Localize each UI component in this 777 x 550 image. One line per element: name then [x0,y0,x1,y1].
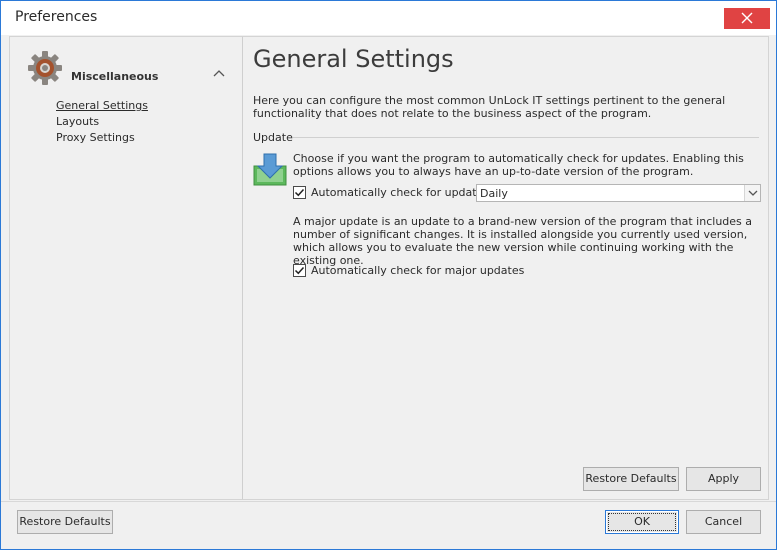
sidebar-item-general-settings[interactable]: General Settings [56,99,148,112]
preferences-window: Preferences Miscellaneous General Settin… [0,0,777,550]
window-title: Preferences [15,9,98,25]
check-icon [294,266,305,275]
major-update-description: A major update is an update to a brand-n… [293,215,753,267]
update-frequency-select[interactable]: Daily [476,184,761,202]
download-arrow-icon [253,153,287,186]
settings-panel: General Settings Here you can configure … [243,36,769,500]
title-bar[interactable]: Preferences [1,1,776,35]
footer-divider [1,501,776,502]
auto-check-major-updates-checkbox[interactable] [293,264,306,277]
auto-check-updates-checkbox[interactable] [293,186,306,199]
update-frequency-value: Daily [480,187,508,200]
close-button[interactable] [724,8,770,29]
chevron-down-icon [748,190,758,196]
apply-button[interactable]: Apply [686,467,761,491]
check-icon [294,188,305,197]
restore-defaults-page-button[interactable]: Restore Defaults [583,467,679,491]
gear-icon [28,51,62,85]
ok-button[interactable]: OK [605,510,679,534]
sidebar-group-miscellaneous[interactable]: Miscellaneous [26,49,231,89]
sidebar-group-title: Miscellaneous [71,70,159,83]
section-label-update: Update [253,131,293,144]
update-description: Choose if you want the program to automa… [293,152,744,178]
focus-ring [608,513,676,531]
close-icon [741,12,753,24]
sidebar: Miscellaneous General Settings Layouts P… [9,36,243,500]
auto-check-updates-label[interactable]: Automatically check for updates: [311,186,493,199]
auto-check-major-updates-label[interactable]: Automatically check for major updates [311,264,524,277]
intro-text: Here you can configure the most common U… [253,94,726,120]
restore-defaults-button[interactable]: Restore Defaults [17,510,113,534]
chevron-up-icon[interactable] [212,67,226,81]
dropdown-button[interactable] [744,185,760,201]
page-title: General Settings [253,45,454,73]
sidebar-item-layouts[interactable]: Layouts [56,115,99,128]
sidebar-item-proxy-settings[interactable]: Proxy Settings [56,131,135,144]
cancel-button[interactable]: Cancel [686,510,761,534]
section-divider [293,137,759,138]
